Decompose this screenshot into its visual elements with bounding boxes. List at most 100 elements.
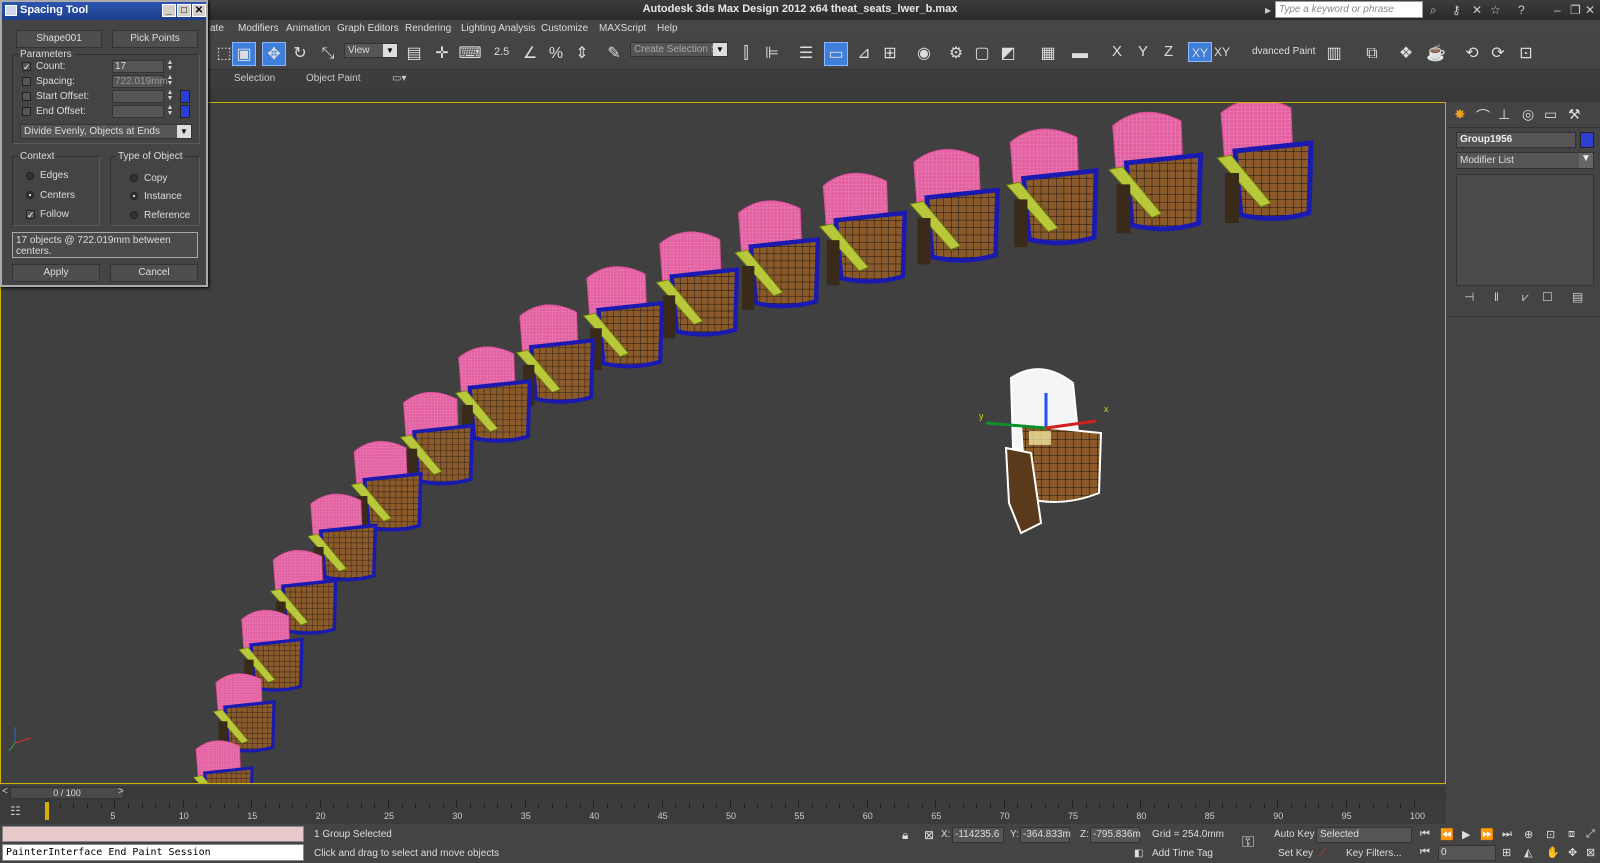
current-frame-field[interactable]: 0: [1438, 845, 1496, 861]
edit-named-selection-icon[interactable]: ✎: [602, 42, 626, 66]
spacing-mode-dropdown[interactable]: Divide Evenly, Objects at Ends ▼: [20, 124, 192, 139]
rendered-frame-icon[interactable]: ▢: [970, 42, 994, 66]
cancel-button[interactable]: Cancel: [110, 264, 198, 282]
search-input[interactable]: Type a keyword or phrase: [1275, 1, 1423, 18]
named-selection-dropdown[interactable]: Create Selection Se ▼: [630, 42, 728, 57]
menu-rendering[interactable]: Rendering: [405, 23, 451, 34]
tools-icon[interactable]: ✕: [1472, 3, 1482, 17]
green-tool-3-icon[interactable]: ⊡: [1514, 42, 1538, 66]
end-offset-lock-icon[interactable]: [180, 105, 190, 118]
theater-seat[interactable]: [1216, 103, 1314, 223]
theater-seat[interactable]: [734, 200, 821, 311]
reference-radio[interactable]: [130, 211, 138, 219]
theater-seat[interactable]: [582, 266, 665, 371]
key-selection-dropdown[interactable]: Selected: [1316, 827, 1412, 843]
time-slider[interactable]: < 0 / 100 >: [0, 786, 1446, 800]
render-icon[interactable]: ◩: [996, 42, 1020, 66]
shape-button[interactable]: Shape001: [16, 30, 102, 48]
spacing-checkbox[interactable]: [22, 77, 31, 86]
dialog-title-bar[interactable]: Spacing Tool _ □ ✕: [2, 2, 206, 20]
key-mode-icon[interactable]: ⟋: [1318, 846, 1326, 861]
pan-view-icon[interactable]: ✋: [1546, 846, 1560, 859]
start-offset-spinner[interactable]: [112, 90, 164, 103]
auto-key-button[interactable]: Auto Key: [1274, 829, 1315, 840]
manipulate-icon[interactable]: ✛: [430, 42, 454, 66]
spinner-arrows-icon[interactable]: ▲ ▼: [166, 59, 174, 73]
close-icon[interactable]: ✕: [1585, 3, 1595, 17]
frame-ruler[interactable]: 5 10 15 20 25 30 35 40 45 50 55 60 65 70 75 80 85 90 95 100: [46, 800, 1425, 822]
help-icon[interactable]: ?: [1518, 3, 1525, 17]
pin-stack-icon[interactable]: ⊣: [1464, 290, 1474, 304]
menu-customize[interactable]: Customize: [541, 23, 588, 34]
select-move-icon[interactable]: ✥: [262, 42, 286, 66]
previous-key-icon[interactable]: ⏪: [1440, 828, 1454, 841]
menu-modifiers[interactable]: Modifiers: [238, 23, 279, 34]
axis-xy-button[interactable]: XY: [1188, 42, 1212, 62]
orbit-icon[interactable]: ✥: [1568, 846, 1577, 859]
end-offset-checkbox[interactable]: [22, 107, 31, 116]
next-frame-icon[interactable]: >: [118, 786, 124, 797]
menu-maxscript[interactable]: MAXScript: [599, 23, 646, 34]
modifier-list-dropdown[interactable]: Modifier List ▼: [1456, 152, 1594, 169]
axis-xy-cycle-button[interactable]: XY: [1214, 42, 1230, 62]
time-tag-icon[interactable]: ◧: [1134, 848, 1143, 859]
brick-icon[interactable]: ▦: [1036, 42, 1060, 66]
go-to-start-icon[interactable]: ⏮: [1420, 828, 1430, 841]
apply-button[interactable]: Apply: [12, 264, 100, 282]
play-icon[interactable]: ▶: [1462, 828, 1470, 841]
utilities-tab-icon[interactable]: ⚒: [1568, 106, 1581, 123]
track-bar[interactable]: ☷ 5 10 15 20 25 30 35 40 45 50 55 60 65 70 75 80 85 90 95 1…: [0, 800, 1446, 824]
hierarchy-tab-icon[interactable]: ⊥: [1498, 106, 1510, 123]
binoculars-icon[interactable]: ⌕: [1430, 3, 1437, 18]
previous-frame-icon[interactable]: <: [2, 786, 8, 797]
spacing-spinner[interactable]: 722.019mm: [112, 75, 168, 88]
render-setup-icon[interactable]: ⚙: [944, 42, 968, 66]
count-checkbox[interactable]: ✓: [22, 62, 31, 72]
curve-editor-icon[interactable]: ⊿: [852, 42, 876, 66]
set-keys-key-icon[interactable]: ⚿: [1242, 834, 1254, 852]
dialog-minimize-icon[interactable]: _: [162, 4, 176, 17]
select-object-icon[interactable]: ▣: [232, 42, 256, 66]
pivot-icon[interactable]: ▤: [402, 42, 426, 66]
maxscript-output[interactable]: PainterInterface End Paint Session: [2, 844, 304, 861]
menu-graph-editors[interactable]: Graph Editors: [337, 23, 399, 34]
ruler-icon[interactable]: ▬: [1068, 42, 1092, 66]
time-configuration-icon[interactable]: ⊞: [1502, 846, 1511, 859]
spinner-arrows-icon[interactable]: ▲ ▼: [166, 74, 174, 88]
display-tab-icon[interactable]: ▭: [1544, 106, 1557, 123]
mini-curve-editor-icon[interactable]: ☷: [10, 804, 21, 818]
motion-tab-icon[interactable]: ◎: [1522, 106, 1534, 123]
theater-seat[interactable]: [399, 391, 475, 487]
zoom-region-icon[interactable]: ⧈: [1568, 828, 1575, 841]
menu-animation[interactable]: Animation: [286, 23, 330, 34]
search-arrow-icon[interactable]: ▸: [1265, 3, 1271, 17]
maximize-viewport-icon[interactable]: ⊠: [1586, 846, 1595, 859]
mirror-icon[interactable]: ⫿: [734, 42, 758, 66]
object-name-field[interactable]: Group1956: [1456, 132, 1576, 148]
panel-icon[interactable]: ▥: [1322, 42, 1346, 66]
edges-radio[interactable]: [26, 172, 34, 180]
green-tool-1-icon[interactable]: ⟲: [1460, 42, 1484, 66]
scale-icon[interactable]: ⤡: [316, 42, 340, 66]
tab-object-paint[interactable]: Object Paint: [306, 73, 360, 84]
spinner-snap-icon[interactable]: ⇕: [570, 42, 594, 66]
copy-radio[interactable]: [130, 174, 138, 182]
show-end-result-icon[interactable]: ‖: [1494, 290, 1499, 304]
material-editor-icon[interactable]: ◉: [912, 42, 936, 66]
time-slider-thumb[interactable]: 0 / 100: [10, 787, 124, 799]
align-icon[interactable]: ⊫: [760, 42, 784, 66]
tab-selection[interactable]: Selection: [234, 73, 275, 84]
menu-create[interactable]: ate: [210, 23, 224, 34]
z-coordinate-field[interactable]: -795.836m: [1090, 827, 1141, 843]
lock-selection-icon[interactable]: 🔒︎: [902, 828, 908, 843]
percent-snap-icon[interactable]: %: [544, 42, 568, 66]
star-icon[interactable]: ☆: [1490, 3, 1501, 17]
centers-radio[interactable]: [26, 191, 34, 199]
axis-x-button[interactable]: X: [1112, 42, 1122, 62]
zoom-all-icon[interactable]: ⤢: [1586, 828, 1595, 841]
instance-radio[interactable]: [130, 192, 138, 200]
theater-seat[interactable]: [1005, 128, 1099, 248]
modifier-stack[interactable]: [1456, 174, 1594, 286]
minimize-icon[interactable]: –: [1554, 3, 1561, 17]
graphite-toggle-icon[interactable]: ▭: [824, 42, 848, 66]
